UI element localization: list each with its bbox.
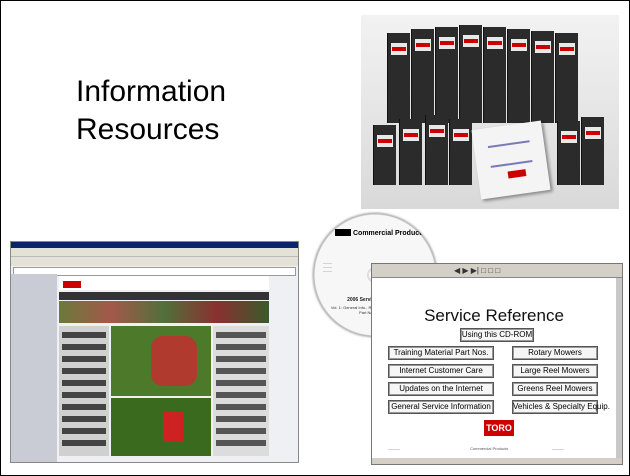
cdrom-app-window: ◀ ▶ ▶| □ □ □ Service Reference Using thi… <box>371 263 623 465</box>
site-left-column <box>59 326 109 456</box>
binder <box>373 125 396 185</box>
binder <box>531 31 554 123</box>
binder <box>555 33 578 123</box>
browser-toolbar <box>11 257 298 266</box>
site-logo <box>63 281 81 288</box>
binder <box>435 27 458 123</box>
training-material-button[interactable]: Training Material Part Nos. <box>388 346 494 360</box>
slide-title-line-2: Resources <box>76 113 220 146</box>
rotary-mowers-button[interactable]: Rotary Mowers <box>512 346 598 360</box>
binder <box>425 115 448 185</box>
binder <box>557 121 580 185</box>
app-heading: Service Reference <box>424 306 564 325</box>
binder <box>507 29 530 123</box>
cd-left-text: ——— ——— ——— <box>323 261 332 273</box>
greens-reel-mowers-button[interactable]: Greens Reel Mowers <box>512 382 598 396</box>
slide-title-line-1: Information <box>76 75 227 108</box>
binder <box>581 117 604 185</box>
app-toolbar: ◀ ▶ ▶| □ □ □ <box>372 264 622 278</box>
website-screenshot <box>10 241 299 463</box>
site-header <box>59 276 269 290</box>
cd-logo <box>335 229 351 236</box>
site-banner <box>59 301 269 323</box>
binder <box>411 29 434 123</box>
slide: Information Resources Commercial Product… <box>0 0 630 476</box>
app-scrollbar[interactable] <box>616 278 622 464</box>
cd-brand-text: Commercial Products <box>353 230 426 237</box>
binder <box>483 27 506 123</box>
site-right-column <box>213 326 269 456</box>
binder <box>449 119 472 185</box>
app-footer-left: ——— <box>388 446 400 451</box>
site-nav <box>59 292 269 300</box>
site-feature-panel <box>111 398 211 456</box>
updates-internet-button[interactable]: Updates on the Internet <box>388 382 494 396</box>
cd-brand: Commercial Products <box>335 229 425 237</box>
app-footer-center: Commercial Products <box>470 446 509 451</box>
vehicles-specialty-button[interactable]: Vehicles & Specialty Equip. <box>512 400 610 414</box>
page-background <box>11 274 57 462</box>
binder <box>387 33 410 123</box>
site-feature-image <box>111 326 211 396</box>
white-manual-box <box>471 120 551 200</box>
large-reel-mowers-button[interactable]: Large Reel Mowers <box>512 364 598 378</box>
internet-customer-care-button[interactable]: Internet Customer Care <box>388 364 494 378</box>
slide-title: Information Resources <box>76 73 226 149</box>
app-status-bar <box>372 458 622 464</box>
binder <box>399 119 422 185</box>
toro-logo: TORO <box>484 420 514 436</box>
using-cdrom-button[interactable]: Using this CD-ROM <box>460 328 534 342</box>
general-service-info-button[interactable]: General Service Information <box>388 400 494 414</box>
binders-photo <box>361 15 619 209</box>
app-page: Service Reference Using this CD-ROM Trai… <box>372 278 616 464</box>
app-footer-right: ——— <box>552 446 564 451</box>
binder <box>459 25 482 123</box>
browser-menu-bar <box>11 248 298 257</box>
